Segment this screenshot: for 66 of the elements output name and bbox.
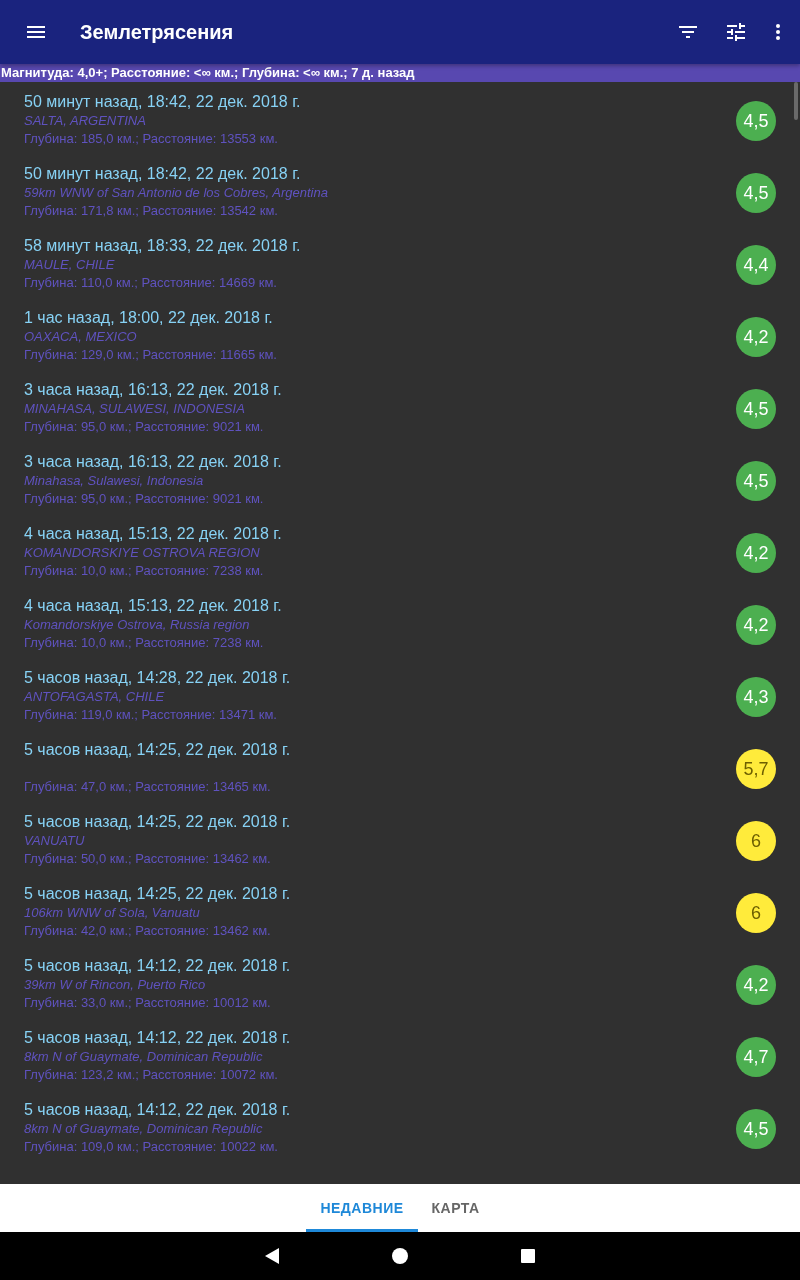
quake-time: 5 часов назад, 14:25, 22 дек. 2018 г.: [24, 740, 291, 760]
quake-location: ANTOFAGASTA, CHILE: [24, 688, 165, 706]
magnitude-badge: 4,5: [736, 389, 776, 429]
magnitude-badge: 4,2: [736, 533, 776, 573]
quake-location: 106km WNW of Sola, Vanuatu: [24, 904, 200, 922]
back-icon[interactable]: [265, 1248, 279, 1264]
quake-depth-distance: Глубина: 110,0 км.; Расстояние: 14669 км.: [24, 274, 277, 291]
quake-depth-distance: Глубина: 95,0 км.; Расстояние: 9021 км.: [24, 418, 264, 435]
magnitude-badge: 4,2: [736, 317, 776, 357]
tab[interactable]: КАРТА: [417, 1184, 494, 1232]
quake-time: 50 минут назад, 18:42, 22 дек. 2018 г.: [24, 164, 301, 184]
quake-location: Komandorskiye Ostrova, Russia region: [24, 616, 250, 634]
quake-depth-distance: Глубина: 33,0 км.; Расстояние: 10012 км.: [24, 994, 271, 1011]
scrollbar-thumb[interactable]: [794, 82, 798, 120]
quake-depth-distance: Глубина: 10,0 км.; Расстояние: 7238 км.: [24, 562, 264, 579]
quake-location: 59km WNW of San Antonio de los Cobres, Argentina: [24, 184, 328, 202]
quake-time: 50 минут назад, 18:42, 22 дек. 2018 г.: [24, 92, 301, 112]
quake-depth-distance: Глубина: 109,0 км.; Расстояние: 10022 км.: [24, 1138, 278, 1155]
magnitude-badge: 6: [736, 821, 776, 861]
quake-depth-distance: Глубина: 123,2 км.; Расстояние: 10072 км.: [24, 1066, 278, 1083]
magnitude-badge: 4,2: [736, 965, 776, 1005]
quake-depth-distance: Глубина: 185,0 км.; Расстояние: 13553 км.: [24, 130, 278, 147]
quake-location: 8km N of Guaymate, Dominican Republic: [24, 1120, 263, 1138]
app-title: Землетрясения: [80, 20, 235, 45]
quake-location: Minahasa, Sulawesi, Indonesia: [24, 472, 204, 490]
quake-time: 1 час назад, 18:00, 22 дек. 2018 г.: [24, 308, 273, 328]
magnitude-badge: 4,3: [736, 677, 776, 717]
magnitude-badge: 4,7: [736, 1037, 776, 1077]
quake-depth-distance: Глубина: 50,0 км.; Расстояние: 13462 км.: [24, 850, 271, 867]
magnitude-badge: 4,5: [736, 173, 776, 213]
quake-time: 5 часов назад, 14:28, 22 дек. 2018 г.: [24, 668, 291, 688]
sliders-icon[interactable]: [724, 20, 748, 44]
quake-depth-distance: Глубина: 171,8 км.; Расстояние: 13542 км.: [24, 202, 278, 219]
quake-location: MAULE, CHILE: [24, 256, 115, 274]
quake-time: 5 часов назад, 14:12, 22 дек. 2018 г.: [24, 1028, 291, 1048]
magnitude-badge: 4,5: [736, 1109, 776, 1149]
quake-time: 4 часа назад, 15:13, 22 дек. 2018 г.: [24, 596, 282, 616]
quake-time: 5 часов назад, 14:12, 22 дек. 2018 г.: [24, 956, 291, 976]
quake-location: 39km W of Rincon, Puerto Rico: [24, 976, 206, 994]
quake-time: 3 часа назад, 16:13, 22 дек. 2018 г.: [24, 452, 282, 472]
quake-location: SALTA, ARGENTINA: [24, 112, 146, 130]
quake-depth-distance: Глубина: 47,0 км.; Расстояние: 13465 км.: [24, 778, 271, 795]
quake-depth-distance: Глубина: 129,0 км.; Расстояние: 11665 км.: [24, 346, 277, 363]
quake-depth-distance: Глубина: 42,0 км.; Расстояние: 13462 км.: [24, 922, 271, 939]
quake-location: MINAHASA, SULAWESI, INDONESIA: [24, 400, 245, 418]
magnitude-badge: 4,5: [736, 461, 776, 501]
quake-time: 5 часов назад, 14:25, 22 дек. 2018 г.: [24, 884, 291, 904]
quake-location: 8km N of Guaymate, Dominican Republic: [24, 1048, 263, 1066]
quake-time: 3 часа назад, 16:13, 22 дек. 2018 г.: [24, 380, 282, 400]
magnitude-badge: 5,7: [736, 749, 776, 789]
magnitude-badge: 4,4: [736, 245, 776, 285]
quake-time: 4 часа назад, 15:13, 22 дек. 2018 г.: [24, 524, 282, 544]
quake-location: VANUATU: [24, 832, 85, 850]
quake-depth-distance: Глубина: 119,0 км.; Расстояние: 13471 км.: [24, 706, 277, 723]
quake-time: 58 минут назад, 18:33, 22 дек. 2018 г.: [24, 236, 301, 256]
filter-summary: Магнитуда: 4,0+; Расстояние: <∞ км.; Глубина: <∞ км.; 7 д. назад: [0, 64, 800, 82]
magnitude-badge: 4,5: [736, 101, 776, 141]
quake-depth-distance: Глубина: 95,0 км.; Расстояние: 9021 км.: [24, 490, 264, 507]
home-icon[interactable]: [392, 1248, 408, 1264]
quake-depth-distance: Глубина: 10,0 км.; Расстояние: 7238 км.: [24, 634, 264, 651]
quake-location: OAXACA, MEXICO: [24, 328, 137, 346]
quake-time: 5 часов назад, 14:25, 22 дек. 2018 г.: [24, 812, 291, 832]
quake-time: 5 часов назад, 14:12, 22 дек. 2018 г.: [24, 1100, 291, 1120]
quake-location: KOMANDORSKIYE OSTROVA REGION: [24, 544, 260, 562]
magnitude-badge: 6: [736, 893, 776, 933]
magnitude-badge: 4,2: [736, 605, 776, 645]
